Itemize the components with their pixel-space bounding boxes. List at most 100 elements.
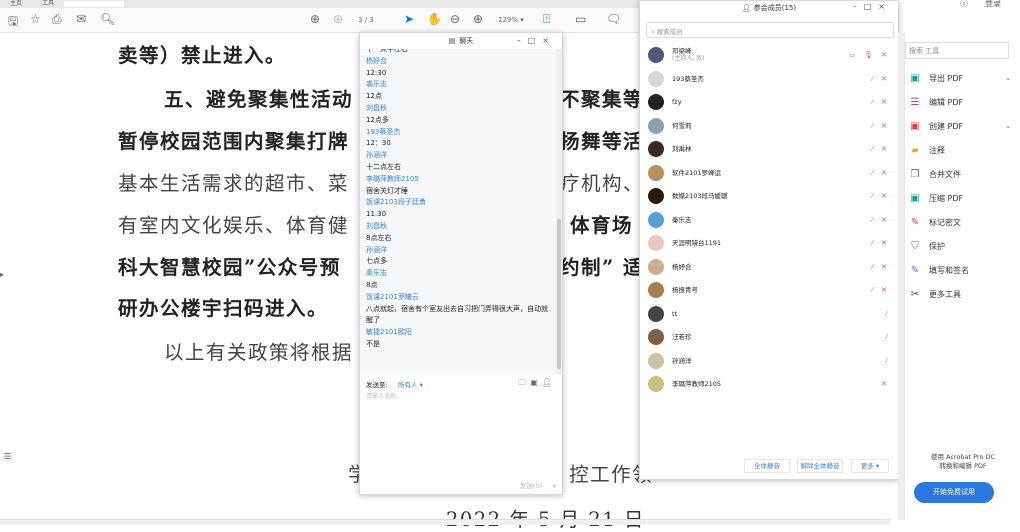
- mail-icon[interactable]: ✉: [76, 12, 86, 26]
- chat-sender-name: 饭课2101罗曦云: [366, 292, 419, 301]
- member-name: 邓梁峰: [672, 47, 692, 55]
- mic-camera-status-icon[interactable]: ⁄: [886, 310, 890, 318]
- mic-camera-status-icon[interactable]: ⁄ ✕: [872, 239, 890, 247]
- chat-message-text: 12点: [366, 92, 382, 101]
- member-row[interactable]: 杨振青号 ⁄ ✕: [648, 279, 892, 301]
- member-row[interactable]: 软件2101罗峰运 ⁄ ✕: [648, 162, 892, 184]
- page-down-icon[interactable]: ⊕: [333, 12, 343, 26]
- tool-item[interactable]: ▰ 注释: [905, 139, 1017, 161]
- zoom-in-icon[interactable]: ⊕: [473, 12, 483, 26]
- chat-window: ▤ 聊天 –□× 十一点半左右 杨妤合 12:30 裘乐志 12点 刘昌秋 12点多 193蔡圣…: [359, 32, 563, 495]
- comment-icon[interactable]: 🗨: [606, 12, 621, 26]
- mic-camera-status-icon[interactable]: ⁄ ✕: [872, 263, 890, 271]
- login-link[interactable]: 登录: [985, 0, 1001, 9]
- member-row[interactable]: 李璐萍教师2105 ✕: [648, 373, 892, 395]
- minimize-icon[interactable]: –: [517, 36, 528, 45]
- chat-message-text: 12点多: [366, 115, 389, 124]
- tool-item[interactable]: ▣ 压缩 PDF: [905, 187, 1017, 209]
- chat-title: 聊天: [459, 37, 474, 45]
- page-input[interactable]: 3 / 3: [358, 16, 374, 24]
- mic-camera-status-icon[interactable]: ⁄: [886, 357, 890, 365]
- tab-document[interactable]: [64, 1, 125, 7]
- tab-tools[interactable]: 工具: [32, 1, 64, 7]
- expand-panel-icon[interactable]: ▸: [0, 270, 4, 279]
- doc-line: 暂停校园范围内聚集打牌: [118, 130, 350, 153]
- chat-icon: ▤: [448, 37, 456, 45]
- mic-camera-status-icon[interactable]: ⁄: [886, 333, 890, 341]
- member-row[interactable]: 孙涵洋 ⁄: [648, 350, 892, 372]
- tool-item[interactable]: ✎ 标记密文: [905, 211, 1017, 233]
- zoom-out-icon[interactable]: ⊖: [450, 12, 460, 26]
- member-row[interactable]: 天涯明镜台1191 ⁄ ✕: [648, 232, 892, 254]
- close-icon[interactable]: ×: [878, 2, 892, 11]
- mic-camera-status-icon[interactable]: ⁄ ✕: [872, 122, 890, 130]
- hand-tool-icon[interactable]: ✋: [427, 12, 442, 26]
- member-row[interactable]: 邓梁峰 (主持人, 我) ▭ 🎙 ✕: [648, 44, 892, 66]
- mic-camera-status-icon[interactable]: ⁄ ✕: [872, 145, 890, 153]
- search-zoom-icon[interactable]: 🔍︎: [100, 12, 115, 26]
- send-button[interactable]: 发送(S): [520, 480, 542, 490]
- print-icon[interactable]: ⎙: [52, 12, 62, 27]
- mic-camera-status-icon[interactable]: ⁄ ✕: [872, 286, 890, 294]
- avatar: [648, 164, 664, 181]
- tool-item[interactable]: ▣ 导出 PDF ⌄: [905, 67, 1017, 89]
- mic-camera-status-icon[interactable]: ✕: [881, 380, 890, 388]
- member-row[interactable]: 何雪莉 ⁄ ✕: [648, 115, 892, 137]
- horizontal-scrollbar[interactable]: [0, 519, 890, 525]
- member-row[interactable]: 刘禹林 ⁄ ✕: [648, 138, 892, 160]
- mute-all-button[interactable]: 全体静音: [744, 459, 790, 473]
- chat-sender-name: 孙涵洋: [366, 151, 387, 160]
- tool-item[interactable]: ✂ 更多工具: [905, 283, 1017, 305]
- close-icon[interactable]: ×: [542, 36, 556, 45]
- minimize-icon[interactable]: –: [853, 2, 864, 11]
- chat-messages: 十一点半左右 杨妤合 12:30 裘乐志 12点 刘昌秋 12点多 193蔡圣杰 12：30 孙涵…: [360, 49, 556, 374]
- doc-fragment: 体育场: [570, 214, 634, 237]
- screenshot-icon[interactable]: ▣: [530, 378, 542, 387]
- member-row[interactable]: 数媒2103段马媛聰 ⁄ ✕: [648, 185, 892, 207]
- mic-camera-status-icon[interactable]: ⁄ ✕: [872, 98, 890, 106]
- save-icon[interactable]: 🖫: [8, 12, 18, 33]
- page-up-icon[interactable]: ⊕: [310, 12, 320, 26]
- tool-item[interactable]: ☰ 编辑 PDF: [905, 91, 1017, 113]
- chat-scrollbar[interactable]: [556, 49, 562, 374]
- maximize-icon[interactable]: □: [864, 2, 879, 11]
- send-options-icon[interactable]: ▾: [553, 483, 556, 490]
- mic-camera-status-icon[interactable]: ⁄ ✕: [872, 169, 890, 177]
- help-icon[interactable]: ⓘ: [960, 0, 968, 9]
- tool-item[interactable]: ▣ 创建 PDF ⌄: [905, 115, 1017, 137]
- scroll-mode-icon[interactable]: ▭: [575, 12, 586, 26]
- tab-home[interactable]: 主页: [0, 1, 32, 7]
- mic-camera-status-icon[interactable]: ⁄ ✕: [872, 216, 890, 224]
- more-button[interactable]: 更多 ▾: [851, 459, 889, 473]
- member-row[interactable]: tt ⁄: [648, 303, 892, 325]
- chevron-down-icon[interactable]: ⌄: [1005, 74, 1011, 82]
- panel-menu-icon[interactable]: ☰: [2, 452, 14, 461]
- member-row[interactable]: 193蔡圣杰 ⁄ ✕: [648, 68, 892, 90]
- member-search-input[interactable]: ⌕ 搜索成员: [646, 22, 894, 38]
- maximize-icon[interactable]: □: [528, 36, 543, 45]
- avatar: [648, 47, 664, 63]
- tool-item[interactable]: ✎ 填写和签名: [905, 259, 1017, 281]
- doc-line: 基本生活需求的超市、菜: [118, 172, 350, 195]
- mic-camera-status-icon[interactable]: ⁄ ✕: [872, 192, 890, 200]
- mic-camera-status-icon[interactable]: ▭ 🎙 ✕: [849, 51, 890, 59]
- tool-item[interactable]: ⛉ 保护: [905, 235, 1017, 257]
- chat-input[interactable]: 请输入消息...: [366, 391, 402, 400]
- member-row[interactable]: 杨妤合 ⁄ ✕: [648, 256, 892, 278]
- member-row[interactable]: 汪若珍 ⁄: [648, 326, 892, 348]
- member-row[interactable]: 秦乐志 ⁄ ✕: [648, 209, 892, 231]
- member-row[interactable]: fzy ⁄ ✕: [648, 91, 892, 113]
- unmute-all-button[interactable]: 解除全体静音: [797, 459, 843, 473]
- zoom-select[interactable]: 129% ▾: [498, 16, 524, 24]
- select-tool-icon[interactable]: ➤: [404, 12, 414, 26]
- user-icon[interactable]: 👤︎: [542, 378, 556, 387]
- send-to-select[interactable]: 所有人 ▾: [398, 379, 423, 389]
- tool-item[interactable]: ❐ 合并文件: [905, 163, 1017, 185]
- mic-camera-status-icon[interactable]: ⁄ ✕: [872, 75, 890, 83]
- file-icon[interactable]: 🗀: [518, 378, 530, 387]
- star-icon[interactable]: ☆: [30, 12, 41, 26]
- free-trial-button[interactable]: 开始免费试用: [914, 482, 994, 503]
- tool-search-input[interactable]: 搜索 工具: [905, 42, 1009, 59]
- chevron-down-icon[interactable]: ⌄: [1005, 122, 1011, 130]
- fit-page-icon[interactable]: ⍐: [543, 12, 550, 27]
